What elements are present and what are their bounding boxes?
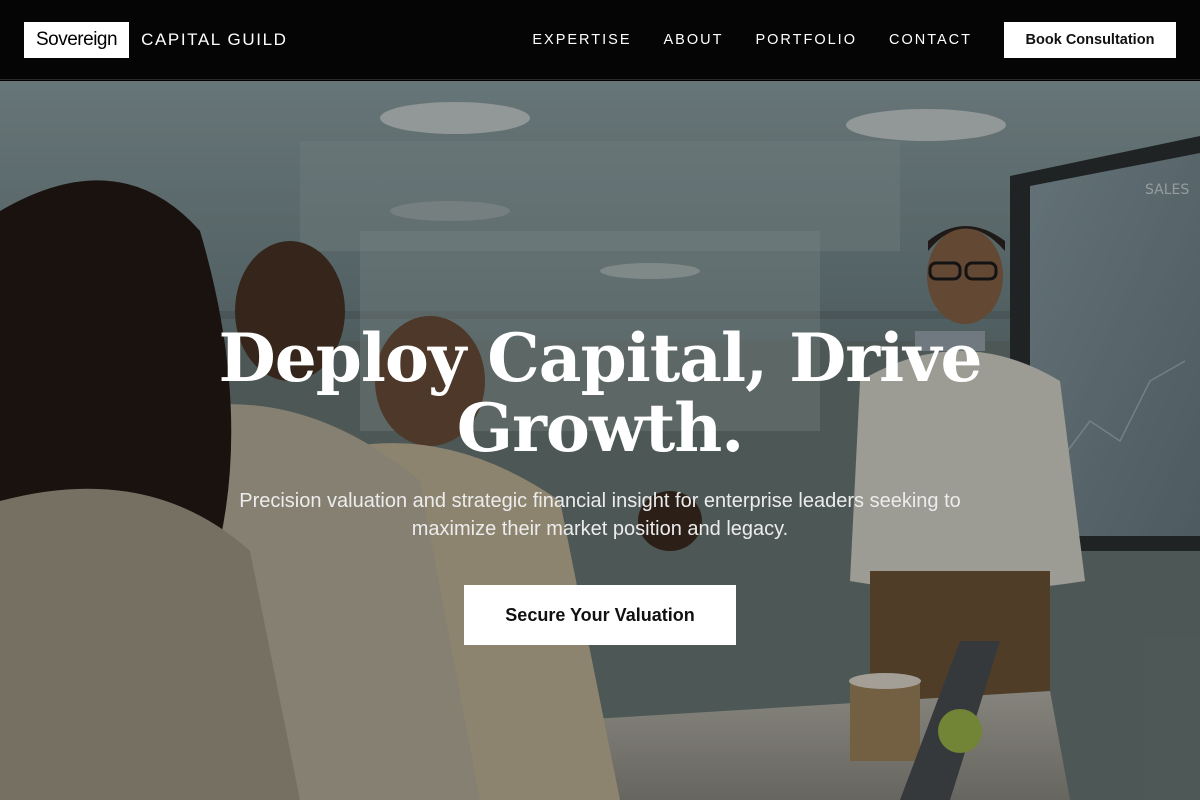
logo[interactable]: Sovereign xyxy=(24,21,130,58)
secure-valuation-button[interactable]: Secure Your Valuation xyxy=(464,585,736,645)
hero-content: Deploy Capital, Drive Growth. Precision … xyxy=(0,81,1200,800)
logo-text: Sovereign xyxy=(36,28,118,50)
main-nav: EXPERTISE ABOUT PORTFOLIO CONTACT Book C… xyxy=(532,21,1176,58)
nav-link-about[interactable]: ABOUT xyxy=(664,32,724,48)
nav-link-contact[interactable]: CONTACT xyxy=(889,32,972,48)
book-consultation-button[interactable]: Book Consultation xyxy=(1004,21,1176,58)
logo-subtitle: CAPITAL GUILD xyxy=(141,29,288,49)
nav-link-expertise[interactable]: EXPERTISE xyxy=(532,32,631,48)
site-header: Sovereign CAPITAL GUILD EXPERTISE ABOUT … xyxy=(0,0,1200,80)
nav-link-portfolio[interactable]: PORTFOLIO xyxy=(755,32,857,48)
hero-title: Deploy Capital, Drive Growth. xyxy=(218,319,982,467)
hero-subtitle: Precision valuation and strategic financ… xyxy=(239,490,961,540)
hero-section: SALES Deploy Capital, Drive Growth. Prec… xyxy=(0,81,1200,800)
